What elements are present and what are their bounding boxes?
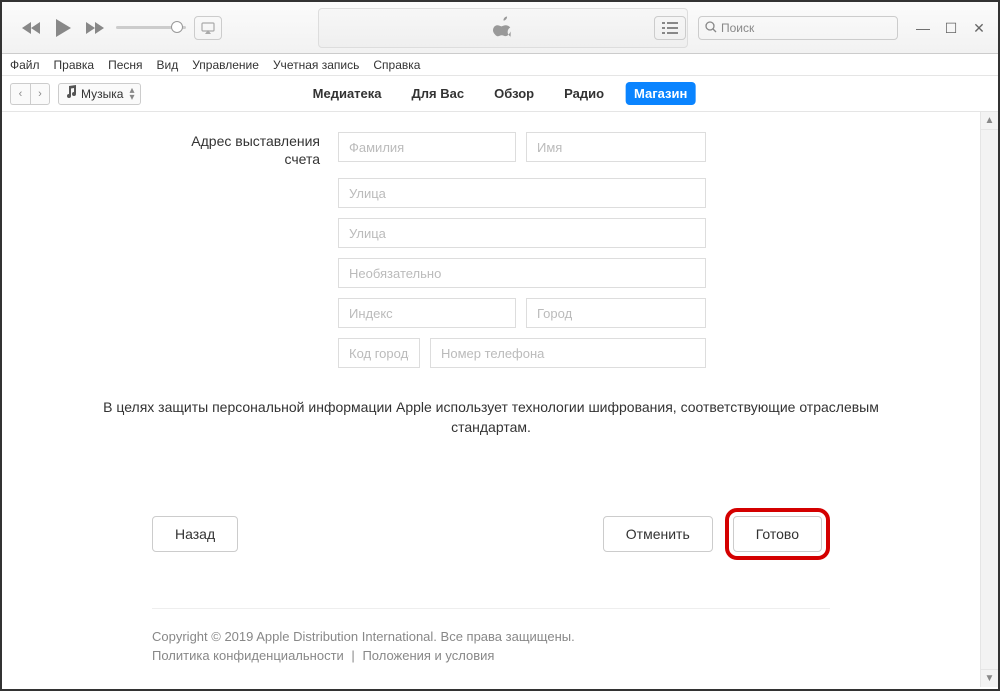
menu-song[interactable]: Песня [108,58,142,72]
privacy-note: В целях защиты персональной информации A… [2,398,980,437]
airplay-button[interactable] [194,16,222,40]
button-row: Назад Отменить Готово [2,508,980,560]
lastname-field[interactable] [338,132,516,162]
tab-browse[interactable]: Обзор [486,82,542,105]
nav-forward-button[interactable]: › [30,83,50,105]
nav-arrows: ‹ › [10,83,50,105]
apple-logo-icon [493,14,513,43]
media-selector[interactable]: Музыка ▴▾ [58,83,141,105]
search-icon [705,21,721,36]
search-input[interactable]: Поиск [698,16,898,40]
footer-separator: | [351,648,354,663]
minimize-button[interactable]: — [912,20,934,36]
menu-file[interactable]: Файл [10,58,40,72]
play-icon[interactable] [54,18,72,38]
billing-address-label: Адрес выставления счета [2,132,338,168]
tab-store[interactable]: Магазин [626,82,695,105]
search-placeholder: Поиск [721,21,754,35]
footer: Copyright © 2019 Apple Distribution Inte… [152,627,830,666]
area-code-field[interactable] [338,338,420,368]
volume-track[interactable] [116,26,186,29]
tab-radio[interactable]: Радио [556,82,612,105]
footer-divider [152,608,830,609]
content-area: Адрес выставления счета [2,112,980,689]
done-button-highlight: Готово [725,508,830,560]
back-button[interactable]: Назад [152,516,238,552]
nav-back-button[interactable]: ‹ [10,83,30,105]
terms-link[interactable]: Положения и условия [362,648,494,663]
done-button[interactable]: Готово [733,516,822,552]
chevron-updown-icon: ▴▾ [129,87,134,101]
maximize-button[interactable]: ☐ [940,20,962,36]
menu-view[interactable]: Вид [157,58,179,72]
lcd-display [318,8,688,48]
titlebar: Поиск — ☐ ✕ [2,2,998,54]
close-button[interactable]: ✕ [968,20,990,36]
street2-field[interactable] [338,218,706,248]
titlebar-right: Поиск — ☐ ✕ [654,2,990,54]
street-field[interactable] [338,178,706,208]
volume-thumb[interactable] [171,21,183,33]
optional-field[interactable] [338,258,706,288]
copyright-text: Copyright © 2019 Apple Distribution Inte… [152,627,830,647]
billing-address-form: Адрес выставления счета [2,112,980,368]
navbar: ‹ › Музыка ▴▾ Медиатека Для Вас Обзор Ра… [2,76,998,112]
volume-slider[interactable] [116,26,186,29]
scroll-up-button[interactable]: ▲ [981,112,998,130]
vertical-scrollbar[interactable]: ▲ ▼ [980,112,998,687]
app-window: Поиск — ☐ ✕ Файл Правка Песня Вид Управл… [0,0,1000,691]
privacy-policy-link[interactable]: Политика конфиденциальности [152,648,344,663]
firstname-field[interactable] [526,132,706,162]
tab-library[interactable]: Медиатека [305,82,390,105]
scroll-down-button[interactable]: ▼ [981,669,998,687]
phone-field[interactable] [430,338,706,368]
menu-account[interactable]: Учетная запись [273,58,359,72]
billing-address-label-line1: Адрес выставления [191,133,320,149]
menu-controls[interactable]: Управление [192,58,259,72]
next-track-icon[interactable] [84,21,104,35]
list-view-button[interactable] [654,16,686,40]
media-selector-label: Музыка [81,87,123,101]
previous-track-icon[interactable] [22,21,42,35]
nav-tabs: Медиатека Для Вас Обзор Радио Магазин [305,82,696,105]
music-note-icon [65,85,81,102]
tab-foryou[interactable]: Для Вас [404,82,473,105]
playback-controls [22,18,104,38]
menu-edit[interactable]: Правка [54,58,95,72]
postal-code-field[interactable] [338,298,516,328]
menu-help[interactable]: Справка [373,58,420,72]
billing-address-label-line2: счета [285,151,321,167]
city-field[interactable] [526,298,706,328]
cancel-button[interactable]: Отменить [603,516,713,552]
menubar: Файл Правка Песня Вид Управление Учетная… [2,54,998,76]
